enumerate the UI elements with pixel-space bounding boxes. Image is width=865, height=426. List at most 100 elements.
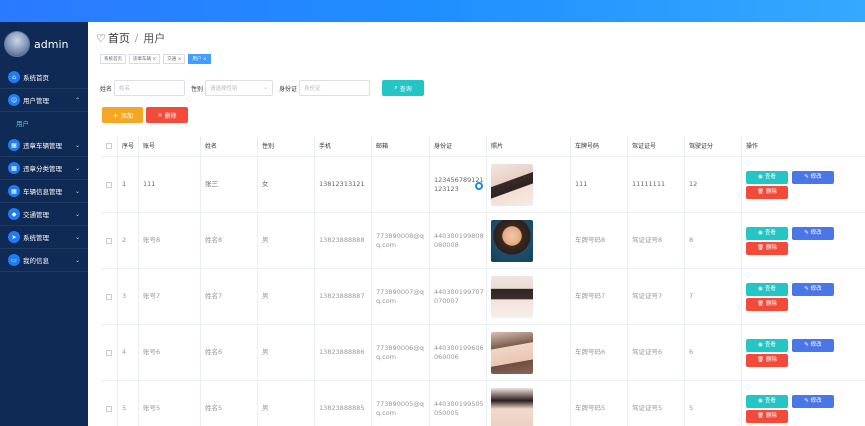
cell-account: 账号6 (139, 325, 201, 380)
cell-photo (487, 157, 571, 212)
cell-phone: 13823888885 (315, 381, 372, 426)
tag-violation-vehicles[interactable]: 违章车辆 × (129, 54, 161, 64)
delete-label: 删除 (765, 188, 777, 195)
idcard-input[interactable]: 身份证 (299, 80, 371, 96)
view-button[interactable]: ◉ 查看 (746, 226, 788, 240)
table-row: 5 账号5 姓名5 男 13823888885 773890005@qq.com… (101, 381, 865, 426)
add-button[interactable]: + 添加 (102, 107, 143, 123)
sidebar-item-system[interactable]: ➤ 系统管理 ⌄ (0, 226, 88, 249)
trash-icon: 🗑 (757, 412, 764, 419)
edit-label: 修改 (810, 397, 822, 404)
avatar[interactable] (4, 31, 30, 57)
delete-button[interactable]: 🗑 删除 (746, 297, 788, 311)
sidebar-item-label: 车辆信息管理 (23, 188, 62, 196)
batch-delete-label: 删除 (164, 112, 177, 120)
delete-button[interactable]: 🗑 删除 (746, 185, 788, 199)
batch-delete-button[interactable]: ✕ 删除 (146, 107, 188, 123)
sidebar-item-label: 用户管理 (23, 97, 49, 105)
cell-gender: 男 (258, 269, 315, 324)
edit-button[interactable]: ✎ 修改 (792, 338, 834, 352)
select-all-checkbox[interactable] (106, 143, 112, 149)
header-license: 驾证证号 (628, 136, 685, 156)
row-select-cell (101, 269, 118, 324)
delete-button[interactable]: 🗑 删除 (746, 409, 788, 423)
cell-index: 5 (118, 381, 139, 426)
edit-button[interactable]: ✎ 修改 (792, 282, 834, 296)
edit-button[interactable]: ✎ 修改 (792, 226, 834, 240)
header-name: 姓名 (201, 136, 258, 156)
chevron-up-icon: ⌃ (74, 96, 80, 104)
edit-button[interactable]: ✎ 修改 (792, 394, 834, 408)
sidebar-item-violation-vehicles[interactable]: ▦ 违章车辆管理 ⌄ (0, 134, 88, 157)
query-button[interactable]: ⌕ 查询 (382, 80, 425, 96)
delete-button[interactable]: 🗑 删除 (746, 353, 788, 367)
chevron-down-icon: ⌄ (74, 141, 80, 149)
header-index: 序号 (118, 136, 139, 156)
sidebar-item-home[interactable]: ⌂ 系统首页 (0, 66, 88, 89)
delete-label: 删除 (765, 412, 777, 419)
cell-plate: 车牌号码5 (571, 381, 628, 426)
user-photo (491, 163, 533, 206)
sidebar-item-my-info[interactable]: ▭ 我的信息 ⌄ (0, 249, 88, 272)
row-checkbox[interactable] (106, 181, 112, 188)
name-label: 姓名 (100, 85, 113, 93)
edit-button[interactable]: ✎ 修改 (792, 170, 834, 184)
chevron-down-icon: ⌄ (74, 233, 80, 241)
cell-actions: ◉ 查看 ✎ 修改 🗑 删除 (742, 325, 864, 380)
cell-plate: 车牌号码7 (571, 269, 628, 324)
cell-gender: 男 (258, 213, 315, 268)
cell-photo (487, 213, 571, 268)
tag-users[interactable]: 用户 × (188, 54, 211, 64)
sidebar-item-label: 系统首页 (23, 74, 49, 82)
view-button[interactable]: ◉ 查看 (746, 394, 788, 408)
view-label: 查看 (764, 285, 776, 292)
row-checkbox[interactable] (106, 349, 112, 356)
shield-icon: ◆ (8, 208, 20, 220)
cell-points: 7 (685, 269, 742, 324)
view-button[interactable]: ◉ 查看 (746, 338, 788, 352)
sidebar-item-vehicle-info[interactable]: ▦ 车辆信息管理 ⌄ (0, 180, 88, 203)
sidebar-item-user-management[interactable]: ☺ 用户管理 ⌃ (0, 89, 88, 112)
header-idcard: 身份证 (430, 136, 487, 156)
cell-gender: 男 (258, 381, 315, 426)
cell-license: 驾证证号7 (628, 269, 685, 324)
plus-icon: + (112, 110, 119, 120)
delete-label: 删除 (765, 356, 777, 363)
cell-phone: 13823888887 (315, 269, 372, 324)
cell-plate: 车牌号码8 (571, 213, 628, 268)
tag-home[interactable]: 系统首页 (100, 54, 126, 64)
cell-actions: ◉ 查看 ✎ 修改 🗑 删除 (742, 381, 864, 426)
row-select-cell (101, 213, 118, 268)
row-checkbox[interactable] (106, 405, 112, 412)
cell-index: 4 (118, 325, 139, 380)
user-photo (491, 275, 533, 318)
cell-email: 773890005@qq.com (372, 381, 430, 426)
grid-icon: ▦ (8, 139, 20, 151)
sidebar-subitem-users[interactable]: 用户 (0, 112, 88, 134)
username: admin (34, 37, 69, 51)
cell-account: 账号8 (139, 213, 201, 268)
search-icon: ⌕ (394, 84, 398, 91)
cell-account: 账号7 (139, 269, 201, 324)
row-checkbox[interactable] (106, 293, 112, 300)
cell-photo (487, 269, 571, 324)
row-checkbox[interactable] (106, 237, 112, 244)
grid-icon: ▦ (8, 162, 20, 174)
view-label: 查看 (764, 341, 776, 348)
view-button[interactable]: ◉ 查看 (746, 282, 788, 296)
view-button[interactable]: ◉ 查看 (746, 170, 788, 184)
sidebar-item-label: 交通管理 (23, 211, 49, 219)
breadcrumb-home[interactable]: 首页 (108, 30, 130, 46)
sidebar: admin ⌂ 系统首页 ☺ 用户管理 ⌃ 用户 ▦ 违章车辆管理 ⌄ ▦ 违章… (0, 22, 88, 426)
sidebar-item-traffic[interactable]: ◆ 交通管理 ⌄ (0, 203, 88, 226)
main-content: ♡ 首页 / 用户 系统首页 违章车辆 × 交通 × 用户 × 姓名 姓名 性别… (88, 22, 865, 426)
tag-traffic[interactable]: 交通 × (163, 54, 186, 64)
cell-name: 姓名8 (201, 213, 258, 268)
view-label: 查看 (764, 229, 776, 236)
header-photo: 照片 (487, 136, 571, 156)
delete-button[interactable]: 🗑 删除 (746, 241, 788, 255)
gender-select[interactable]: 请选择性别 ⌄ (205, 80, 274, 96)
name-input[interactable]: 姓名 (114, 80, 186, 96)
eye-icon: ◉ (758, 285, 763, 292)
sidebar-item-violation-categories[interactable]: ▦ 违章分类管理 ⌄ (0, 157, 88, 180)
